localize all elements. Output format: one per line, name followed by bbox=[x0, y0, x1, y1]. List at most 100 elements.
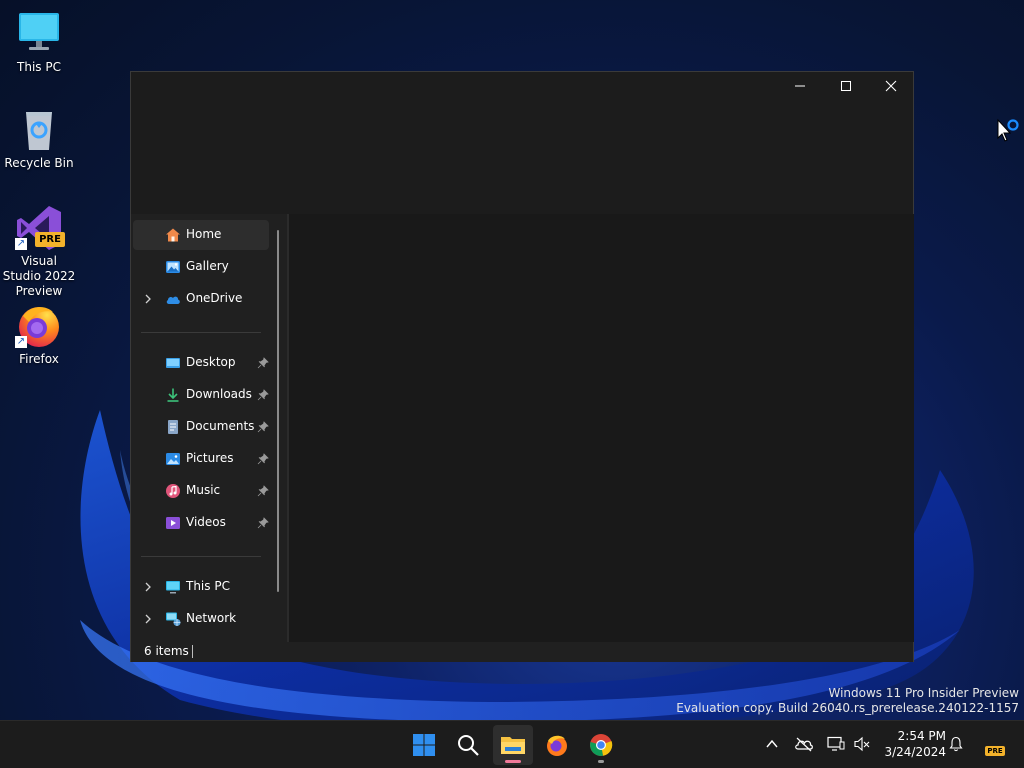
display-tray-button[interactable] bbox=[826, 734, 846, 754]
chrome-button[interactable] bbox=[581, 725, 621, 765]
watermark-line-1: Windows 11 Pro Insider Preview bbox=[828, 686, 1019, 700]
computer-icon bbox=[166, 581, 180, 594]
file-explorer-icon bbox=[501, 737, 525, 754]
pre-badge: PRE bbox=[35, 232, 65, 247]
pin-icon[interactable] bbox=[257, 517, 269, 529]
taskbar: PRE bbox=[0, 720, 1024, 768]
bell-icon bbox=[949, 736, 963, 752]
gallery-icon bbox=[166, 261, 180, 273]
nav-item-label: Desktop bbox=[186, 355, 236, 369]
close-button[interactable] bbox=[868, 72, 914, 100]
document-icon bbox=[168, 420, 178, 434]
home-icon bbox=[166, 228, 180, 242]
nav-item-documents[interactable]: Documents bbox=[133, 412, 269, 442]
nav-item-onedrive[interactable]: OneDrive bbox=[133, 284, 269, 314]
pin-icon[interactable] bbox=[257, 389, 269, 401]
clock[interactable]: 2:54 PM 3/24/2024 bbox=[880, 728, 946, 760]
nav-item-network[interactable]: Network bbox=[133, 604, 269, 634]
onedrive-offline-icon bbox=[795, 737, 813, 752]
desktop-icon-label: Recycle Bin bbox=[4, 156, 74, 170]
desktop-icon-label: Visual Studio 2022 Preview bbox=[2, 254, 76, 298]
shortcut-arrow-icon: ↗ bbox=[15, 238, 27, 250]
nav-item-label: Downloads bbox=[186, 387, 252, 401]
running-indicator bbox=[598, 760, 604, 763]
desktop-icon-visual-studio[interactable]: PRE ↗ Visual Studio 2022 Preview bbox=[1, 204, 77, 299]
chevron-right-icon[interactable] bbox=[143, 613, 153, 625]
nav-separator bbox=[141, 332, 261, 333]
start-button[interactable] bbox=[404, 725, 444, 765]
volume-tray-button[interactable] bbox=[852, 734, 872, 754]
status-separator bbox=[192, 645, 193, 658]
nav-item-desktop[interactable]: Desktop bbox=[133, 348, 269, 378]
nav-item-pictures[interactable]: Pictures bbox=[133, 444, 269, 474]
minimize-button[interactable] bbox=[777, 72, 823, 100]
maximize-button[interactable] bbox=[823, 72, 869, 100]
computer-icon bbox=[15, 10, 63, 58]
desktop-icon-label: This PC bbox=[17, 60, 61, 74]
start-icon bbox=[413, 734, 435, 756]
title-bar[interactable] bbox=[131, 72, 913, 214]
file-explorer-window[interactable]: Home Gallery OneDrive Desktop Downloads … bbox=[130, 71, 914, 662]
download-icon bbox=[167, 388, 179, 402]
desktop-folder-icon bbox=[166, 358, 180, 368]
nav-item-label: Music bbox=[186, 483, 221, 497]
watermark-line-2: Evaluation copy. Build 26040.rs_prerelea… bbox=[676, 701, 1019, 715]
pin-icon[interactable] bbox=[257, 453, 269, 465]
maximize-icon bbox=[841, 81, 851, 91]
show-hidden-icons-button[interactable] bbox=[762, 734, 782, 754]
firefox-icon bbox=[547, 735, 567, 756]
nav-item-home[interactable]: Home bbox=[133, 220, 269, 250]
nav-item-downloads[interactable]: Downloads bbox=[133, 380, 269, 410]
nav-item-label: Videos bbox=[186, 515, 226, 529]
cloud-icon bbox=[166, 296, 180, 304]
nav-item-gallery[interactable]: Gallery bbox=[133, 252, 269, 282]
chevron-right-icon[interactable] bbox=[143, 293, 153, 305]
content-pane[interactable] bbox=[289, 214, 914, 642]
nav-item-label: Gallery bbox=[186, 259, 229, 273]
pin-icon[interactable] bbox=[257, 485, 269, 497]
chevron-up-icon bbox=[766, 739, 778, 748]
pin-icon[interactable] bbox=[257, 421, 269, 433]
minimize-icon bbox=[795, 85, 805, 87]
nav-item-label: Home bbox=[186, 227, 222, 241]
nav-item-label: This PC bbox=[186, 579, 230, 593]
speaker-muted-icon bbox=[854, 736, 870, 752]
pin-icon[interactable] bbox=[257, 357, 269, 369]
active-indicator bbox=[505, 760, 521, 763]
close-icon bbox=[885, 80, 897, 92]
desktop-icon-label: Firefox bbox=[19, 352, 59, 366]
status-bar bbox=[131, 642, 913, 662]
desktop-icon-this-pc[interactable]: This PC bbox=[1, 10, 77, 75]
shortcut-arrow-icon: ↗ bbox=[15, 336, 27, 348]
desktop-icon-firefox[interactable]: ↗ Firefox bbox=[1, 302, 77, 367]
chevron-right-icon[interactable] bbox=[143, 581, 153, 593]
music-icon bbox=[166, 484, 180, 498]
search-icon bbox=[458, 735, 479, 756]
insider-pre-badge[interactable]: PRE bbox=[985, 746, 1005, 756]
firefox-button[interactable] bbox=[537, 725, 577, 765]
nav-item-music[interactable]: Music bbox=[133, 476, 269, 506]
nav-item-label: Documents bbox=[186, 419, 255, 433]
chrome-icon bbox=[590, 734, 613, 756]
notifications-button[interactable] bbox=[946, 734, 966, 754]
visual-studio-icon: PRE ↗ bbox=[15, 204, 65, 252]
nav-item-label: Network bbox=[186, 611, 237, 625]
network-icon bbox=[166, 612, 181, 626]
firefox-icon: ↗ bbox=[15, 302, 63, 350]
onedrive-tray-button[interactable] bbox=[794, 734, 814, 754]
recycle-bin-icon bbox=[15, 106, 63, 154]
nav-item-this-pc[interactable]: This PC bbox=[133, 572, 269, 602]
clock-time: 2:54 PM bbox=[897, 729, 946, 743]
clock-date: 3/24/2024 bbox=[884, 745, 946, 759]
search-button[interactable] bbox=[448, 725, 488, 765]
picture-icon bbox=[166, 453, 180, 465]
busy-cursor-icon bbox=[997, 118, 1019, 142]
navigation-pane[interactable]: Home Gallery OneDrive Desktop Downloads … bbox=[131, 214, 289, 642]
evaluation-watermark: Windows 11 Pro Insider Preview Evaluatio… bbox=[676, 686, 1019, 716]
video-icon bbox=[166, 517, 180, 529]
nav-item-videos[interactable]: Videos bbox=[133, 508, 269, 538]
status-item-count: 6 items bbox=[144, 644, 189, 658]
desktop-icon-recycle-bin[interactable]: Recycle Bin bbox=[1, 106, 77, 171]
nav-scrollbar[interactable] bbox=[277, 230, 279, 592]
file-explorer-button[interactable] bbox=[493, 725, 533, 765]
